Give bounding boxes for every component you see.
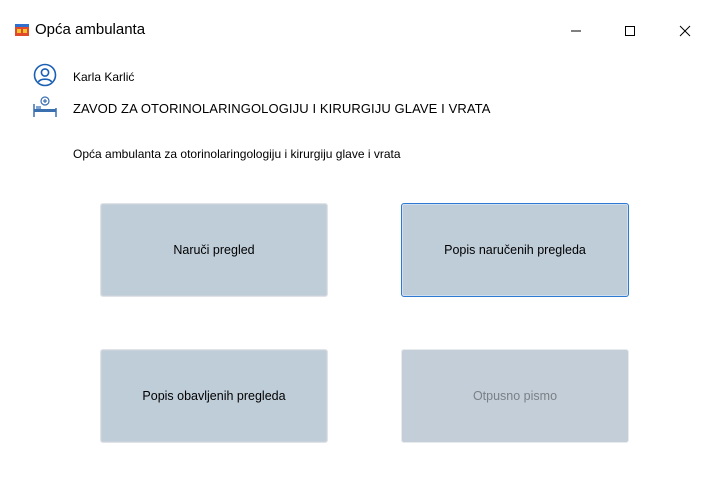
window-titlebar[interactable]: Opća ambulanta [0, 0, 710, 60]
book-exam-button[interactable]: Naruči pregled [100, 203, 328, 297]
minimize-icon [571, 30, 581, 32]
clinic-description: Opća ambulanta za otorinolaringologiju i… [73, 147, 401, 161]
maximize-button[interactable] [607, 15, 653, 47]
minimize-button[interactable] [553, 15, 599, 47]
user-circle-icon [33, 63, 57, 87]
app-icon [15, 24, 29, 36]
window-title: Opća ambulanta [35, 21, 146, 38]
booked-exams-list-button[interactable]: Popis naručenih pregleda [401, 203, 629, 297]
completed-exams-list-button[interactable]: Popis obavljenih pregleda [100, 349, 328, 443]
close-button[interactable] [662, 15, 708, 47]
department-name: ZAVOD ZA OTORINOLARINGOLOGIJU I KIRURGIJ… [73, 101, 491, 116]
hospital-bed-icon [33, 96, 57, 117]
user-name: Karla Karlić [73, 70, 135, 84]
discharge-letter-button: Otpusno pismo [401, 349, 629, 443]
maximize-icon [625, 26, 635, 36]
close-icon [679, 25, 691, 37]
